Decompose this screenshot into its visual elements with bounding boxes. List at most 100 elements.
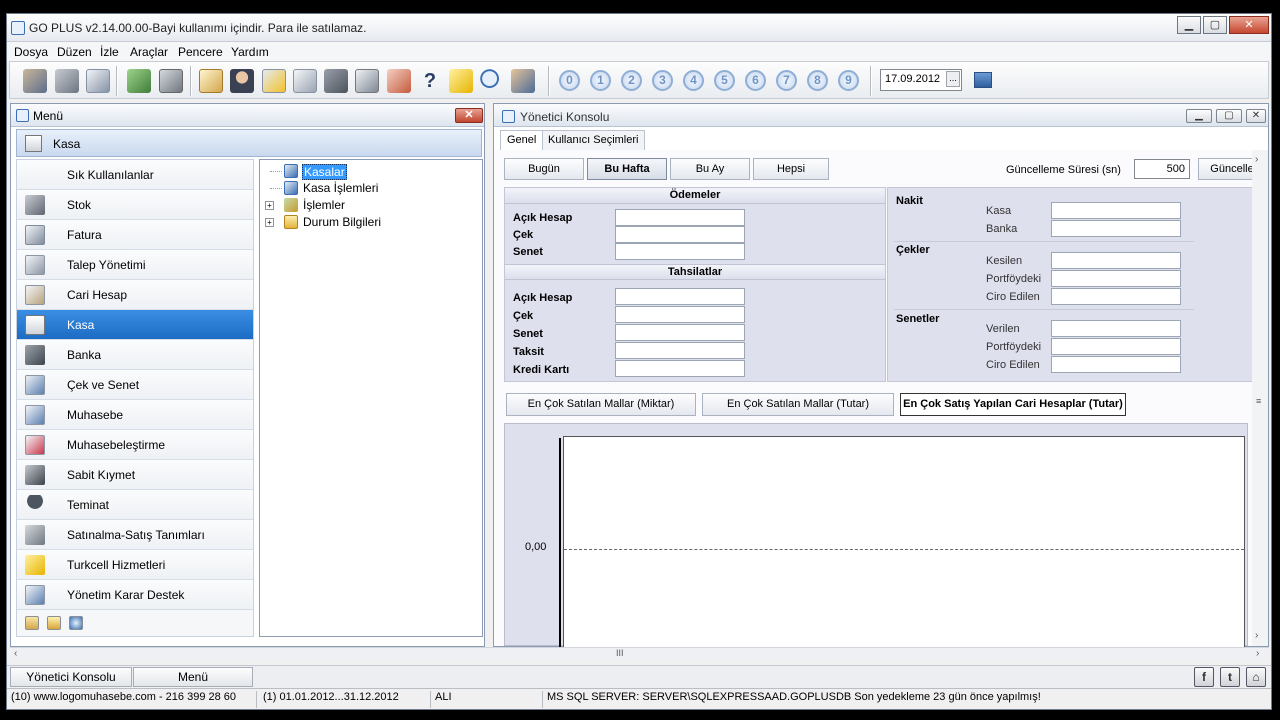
maximize-button[interactable]: ▢ <box>1203 16 1227 34</box>
tree-item-durum-bilgileri[interactable]: + Durum Bilgileri <box>260 214 480 231</box>
menu-dosya[interactable]: Dosya <box>14 45 48 59</box>
module-item-muhasebe[interactable]: Muhasebe <box>17 400 253 430</box>
date-picker-button[interactable]: ... <box>946 71 960 87</box>
search-icon[interactable] <box>480 69 504 93</box>
period-bugun-button[interactable]: Bugün <box>504 158 584 180</box>
user-settings-icon[interactable] <box>511 69 535 93</box>
module-item-cek-ve-senet[interactable]: Çek ve Senet <box>17 370 253 400</box>
facebook-icon[interactable]: f <box>1194 667 1214 687</box>
tree-item-kasalar[interactable]: Kasalar <box>260 163 480 180</box>
help-icon[interactable]: ? <box>418 69 442 93</box>
top-products-quantity-button[interactable]: En Çok Satılan Mallar (Miktar) <box>506 393 696 416</box>
minimize-button[interactable]: ▁ <box>1177 16 1201 34</box>
section-header[interactable]: Kasa <box>16 129 482 157</box>
checks-endorsed-field[interactable] <box>1051 288 1181 305</box>
favorites-icon[interactable] <box>25 616 39 630</box>
console-maximize-button[interactable]: ▢ <box>1216 109 1242 123</box>
shortcut-8-button[interactable]: 8 <box>807 70 828 91</box>
top-accounts-amount-button[interactable]: En Çok Satış Yapılan Cari Hesaplar (Tuta… <box>900 393 1126 416</box>
shortcut-2-button[interactable]: 2 <box>621 70 642 91</box>
refresh-icon[interactable] <box>69 616 83 630</box>
shapes-icon[interactable] <box>324 69 348 93</box>
module-item-turkcell[interactable]: Turkcell Hizmetleri <box>17 550 253 580</box>
module-item-kasa[interactable]: Kasa <box>17 310 253 340</box>
antenna-icon[interactable] <box>387 69 411 93</box>
turkcell-icon[interactable] <box>449 69 473 93</box>
top-products-amount-button[interactable]: En Çok Satılan Mallar (Tutar) <box>702 393 894 416</box>
calendar-icon[interactable] <box>974 72 992 88</box>
module-item-sik-kullanilanlar[interactable]: Sık Kullanılanlar <box>17 160 253 190</box>
collections-credit-card-field[interactable] <box>615 360 745 377</box>
shortcut-9-button[interactable]: 9 <box>838 70 859 91</box>
menu-panel-close-button[interactable]: ✕ <box>455 108 483 123</box>
console-minimize-button[interactable]: ▁ <box>1186 109 1212 123</box>
notes-given-field[interactable] <box>1051 320 1181 337</box>
notes-endorsed-field[interactable] <box>1051 356 1181 373</box>
tools-icon[interactable] <box>47 616 61 630</box>
documents-icon[interactable] <box>355 69 379 93</box>
menu-izle[interactable]: İzle <box>100 45 119 59</box>
notes-portfolio-field[interactable] <box>1051 338 1181 355</box>
shortcut-4-button[interactable]: 4 <box>683 70 704 91</box>
console-close-button[interactable]: ✕ <box>1246 109 1266 123</box>
module-item-sabit-kiymet[interactable]: Sabit Kıymet <box>17 460 253 490</box>
window-tab-yonetici-konsolu[interactable]: Yönetici Konsolu <box>10 667 132 687</box>
tree-item-kasa-islemleri[interactable]: Kasa İşlemleri <box>260 180 480 197</box>
cash-bank-field[interactable] <box>1051 220 1181 237</box>
scroll-grip-icon[interactable]: ≡ <box>1256 396 1261 406</box>
collections-open-account-field[interactable] <box>615 288 745 305</box>
scroll-left-arrow-icon[interactable]: ‹ <box>14 648 17 659</box>
period-bu-ay-button[interactable]: Bu Ay <box>670 158 750 180</box>
module-item-stok[interactable]: Stok <box>17 190 253 220</box>
tab-kullanici-secimleri[interactable]: Kullanıcı Seçimleri <box>541 130 646 150</box>
module-item-teminat[interactable]: Teminat <box>17 490 253 520</box>
close-button[interactable]: ✕ <box>1229 16 1269 34</box>
module-item-banka[interactable]: Banka <box>17 340 253 370</box>
scroll-right-arrow-icon[interactable]: › <box>1256 648 1259 659</box>
shortcut-0-button[interactable]: 0 <box>559 70 580 91</box>
menu-pencere[interactable]: Pencere <box>178 45 223 59</box>
period-hepsi-button[interactable]: Hepsi <box>753 158 829 180</box>
horizontal-scrollbar[interactable]: ‹ III › <box>10 647 1269 661</box>
shortcut-7-button[interactable]: 7 <box>776 70 797 91</box>
calculator-icon[interactable] <box>159 69 183 93</box>
cash-kasa-field[interactable] <box>1051 202 1181 219</box>
module-item-fatura[interactable]: Fatura <box>17 220 253 250</box>
window-tab-menu[interactable]: Menü <box>133 667 253 687</box>
checks-portfolio-field[interactable] <box>1051 270 1181 287</box>
invoice-icon[interactable] <box>86 69 110 93</box>
module-item-yonetim-karar-destek[interactable]: Yönetim Karar Destek <box>17 580 253 610</box>
scroll-right-arrow-icon[interactable]: › <box>1255 154 1258 165</box>
collections-check-field[interactable] <box>615 306 745 323</box>
update-interval-input[interactable]: 500 <box>1134 159 1190 179</box>
module-item-satinalma-satis[interactable]: Satınalma-Satış Tanımları <box>17 520 253 550</box>
factory-icon[interactable] <box>55 69 79 93</box>
shortcut-3-button[interactable]: 3 <box>652 70 673 91</box>
cash-icon[interactable] <box>127 69 151 93</box>
payments-open-account-field[interactable] <box>615 209 745 226</box>
shortcut-6-button[interactable]: 6 <box>745 70 766 91</box>
menu-araclar[interactable]: Araçlar <box>130 45 168 59</box>
period-bu-hafta-button[interactable]: Bu Hafta <box>587 158 667 180</box>
clipboard-icon[interactable] <box>199 69 223 93</box>
twitter-icon[interactable]: t <box>1220 667 1240 687</box>
checks-issued-field[interactable] <box>1051 252 1181 269</box>
expand-icon[interactable]: + <box>265 218 274 227</box>
scroll-grip-icon[interactable]: III <box>616 648 624 658</box>
report-star-icon[interactable] <box>262 69 286 93</box>
module-item-muhasebelestirme[interactable]: Muhasebeleştirme <box>17 430 253 460</box>
users-icon[interactable] <box>23 69 47 93</box>
home-icon[interactable]: ⌂ <box>1246 667 1266 687</box>
console-vertical-scrollbar[interactable]: › ≡ › <box>1252 150 1268 646</box>
menu-yardim[interactable]: Yardım <box>231 45 269 59</box>
tree-item-islemler[interactable]: + İşlemler <box>260 197 480 214</box>
shortcut-5-button[interactable]: 5 <box>714 70 735 91</box>
payments-check-field[interactable] <box>615 226 745 243</box>
tab-genel[interactable]: Genel <box>500 130 544 150</box>
shortcut-1-button[interactable]: 1 <box>590 70 611 91</box>
document-edit-icon[interactable] <box>293 69 317 93</box>
menu-duzen[interactable]: Düzen <box>57 45 92 59</box>
module-item-talep-yonetimi[interactable]: Talep Yönetimi <box>17 250 253 280</box>
collections-note-field[interactable] <box>615 324 745 341</box>
module-item-cari-hesap[interactable]: Cari Hesap <box>17 280 253 310</box>
